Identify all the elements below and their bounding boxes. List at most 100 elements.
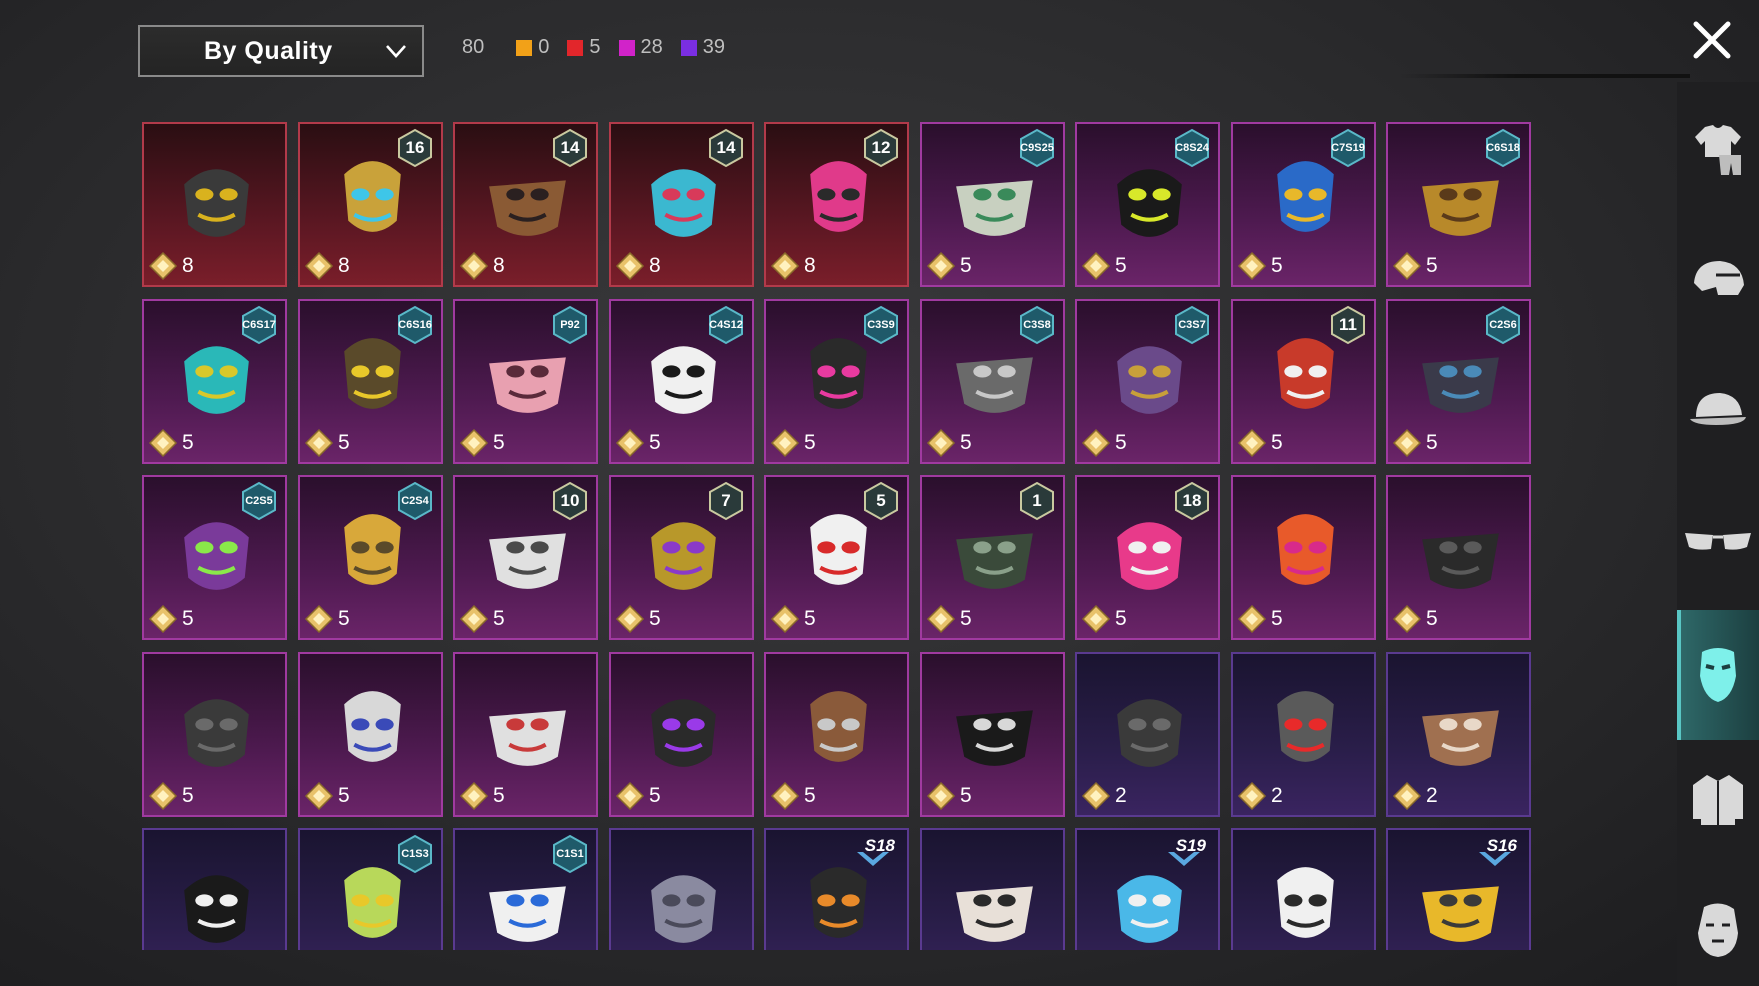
item-price: 5 [1237,251,1283,281]
item-tile[interactable]: 5 [1231,475,1376,640]
item-tile[interactable]: C3S8 5 [920,299,1065,464]
item-price: 2 [1081,781,1127,811]
item-tile[interactable]: 5 [298,652,443,817]
diamond-coin-icon [1392,251,1422,281]
diamond-coin-icon [1081,604,1111,634]
category-helmet[interactable] [1677,230,1759,330]
item-tile[interactable]: 18 5 [1075,475,1220,640]
diamond-coin-icon [459,251,489,281]
item-price-value: 5 [182,607,194,630]
item-price-value: 5 [804,784,816,807]
diamond-coin-icon [148,251,178,281]
item-tile[interactable]: 75 [609,475,754,640]
item-tile[interactable]: 14 8 [609,122,754,287]
item-tile[interactable]: C3S7 5 [1075,299,1220,464]
item-tile[interactable]: P92 5 [453,299,598,464]
rank-badge-label: 14 [716,138,736,157]
item-tile[interactable]: 11 5 [1231,299,1376,464]
item-price: 5 [615,781,661,811]
item-price-value: 5 [338,784,350,807]
item-price: 5 [1392,251,1438,281]
item-tile[interactable]: C3S9 5 [764,299,909,464]
item-price: 5 [770,781,816,811]
rank-badge-label: C2S5 [245,495,273,507]
item-tile[interactable]: C6S17 5 [142,299,287,464]
item-tile[interactable]: 5 [920,652,1065,817]
plague-doctor-mask-icon [810,691,867,762]
item-tile[interactable]: 8 [142,122,287,287]
category-face[interactable] [1677,880,1759,980]
item-tile[interactable]: 5 [609,652,754,817]
diamond-coin-icon [148,781,178,811]
category-glasses[interactable] [1677,490,1759,590]
item-tile[interactable]: 10 5 [453,475,598,640]
item-tile[interactable]: C2S4 5 [298,475,443,640]
item-price-value: 5 [960,254,972,277]
category-mask[interactable] [1677,610,1759,740]
item-tile[interactable]: 14 8 [453,122,598,287]
white-hockey-mask-icon [1277,867,1334,938]
category-cap[interactable] [1677,360,1759,460]
item-tile[interactable]: C1S3 [298,828,443,950]
item-tile[interactable]: S16 [1386,828,1531,950]
item-tile[interactable]: S19 [1075,828,1220,950]
rank-badge-label: C1S3 [401,848,429,860]
item-tile[interactable]: C2S6 5 [1386,299,1531,464]
item-tile[interactable]: 15 [920,475,1065,640]
rank-badge-label: 11 [1339,315,1357,334]
diamond-coin-icon [770,604,800,634]
item-tile[interactable] [1231,828,1376,950]
item-price: 5 [459,428,505,458]
item-tile[interactable]: C2S5 5 [142,475,287,640]
item-tile[interactable]: 5 [453,652,598,817]
mask-icon [1700,648,1736,702]
rank-badge-label: 7 [721,491,731,510]
diamond-coin-icon [304,251,334,281]
item-price-value: 2 [1115,784,1127,807]
diamond-coin-icon [926,781,956,811]
item-grid: 8 16 8 14 8 14 8 12 8 C9S25 5 C8S24 5 C7S19 5 C6S18 5 C6S… [142,122,1542,950]
item-tile[interactable]: C7S19 5 [1231,122,1376,287]
category-outfit[interactable] [1677,100,1759,200]
item-tile[interactable]: 2 [1386,652,1531,817]
item-tile[interactable] [142,828,287,950]
item-tile[interactable]: 5 [1386,475,1531,640]
item-tile[interactable]: C9S25 5 [920,122,1065,287]
diamond-coin-icon [1392,781,1422,811]
item-tile[interactable]: S18 [764,828,909,950]
item-tile[interactable]: 5 [764,652,909,817]
item-tile[interactable]: 2 [1075,652,1220,817]
sort-dropdown[interactable]: By Quality [138,25,424,77]
item-tile[interactable]: 55 [764,475,909,640]
item-price-value: 5 [1115,607,1127,630]
close-icon[interactable] [1690,18,1734,62]
item-price-value: 5 [804,431,816,454]
black-half-mask-icon [1117,699,1182,767]
item-tile[interactable]: 5 [142,652,287,817]
item-price: 5 [459,604,505,634]
item-tile[interactable]: C6S18 5 [1386,122,1531,287]
item-price: 8 [459,251,505,281]
item-price: 8 [615,251,661,281]
category-jacket[interactable] [1677,750,1759,850]
item-tile[interactable]: 12 8 [764,122,909,287]
item-price-value: 8 [649,254,661,277]
item-tile[interactable]: C8S24 5 [1075,122,1220,287]
item-price: 5 [148,781,194,811]
item-price: 5 [148,428,194,458]
item-tile[interactable]: C1S1 [453,828,598,950]
rank-badge-label: 16 [405,138,425,157]
item-tile[interactable]: C4S12 5 [609,299,754,464]
item-tile[interactable] [609,828,754,950]
rank-badge-label: C3S7 [1178,319,1206,331]
diamond-coin-icon [770,251,800,281]
item-price-value: 5 [649,431,661,454]
item-price: 5 [1081,604,1127,634]
rank-badge-label: 1 [1032,491,1042,510]
item-tile[interactable]: 16 8 [298,122,443,287]
item-tile[interactable]: 2 [1231,652,1376,817]
category-sidebar [1677,82,1759,986]
item-tile[interactable]: C6S16 5 [298,299,443,464]
item-tile[interactable] [920,828,1065,950]
item-price: 5 [1081,251,1127,281]
